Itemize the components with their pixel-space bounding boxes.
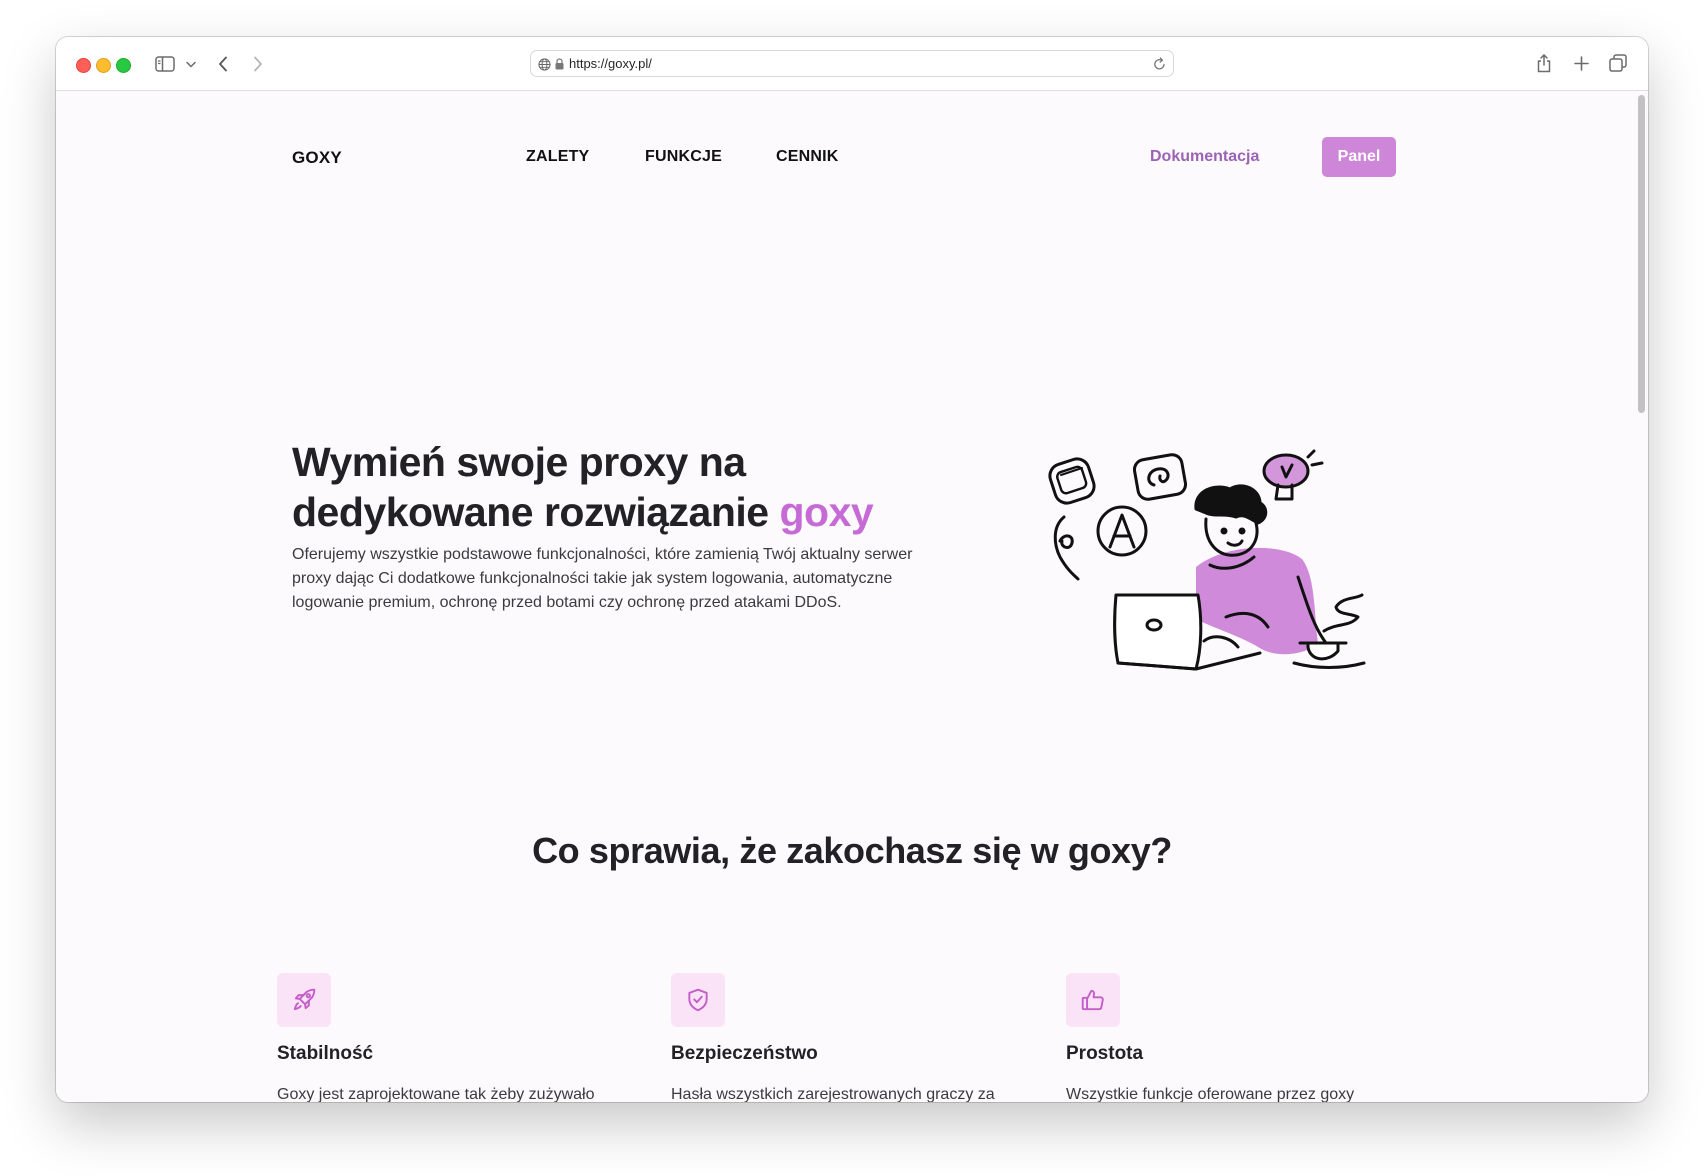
site-logo[interactable]: GOXY [292,148,342,168]
globe-icon [537,57,551,71]
back-icon[interactable] [213,54,233,74]
nav-link-cennik[interactable]: CENNIK [776,148,839,166]
desktop: https://goxy.pl/ GOXY ZALETY FUNKCJE CEN… [0,0,1704,1176]
browser-toolbar: https://goxy.pl/ [56,37,1648,91]
tabs-overview-icon[interactable] [1608,53,1628,73]
browser-window-doodle-icon [1048,457,1096,505]
hero-illustration [1046,447,1386,697]
hero-title-text: Wymień swoje proxy na dedykowane rozwiąz… [292,439,780,535]
panel-button[interactable]: Panel [1322,137,1396,177]
feature-title: Prostota [1066,1043,1144,1064]
thumbs-up-icon [1066,973,1120,1027]
feature-text: Hasła wszystkich zarejestrowanych graczy… [671,1086,995,1102]
share-icon[interactable] [1534,51,1554,75]
hero-title-accent: goxy [779,489,874,535]
hero-subtitle: Oferujemy wszystkie podstawowe funkcjona… [292,546,913,611]
reload-icon[interactable] [1151,56,1167,72]
scrollbar-thumb[interactable] [1638,95,1645,413]
feature-text: Wszystkie funkcje oferowane przez goxy [1066,1086,1355,1102]
new-tab-icon[interactable] [1572,54,1590,72]
rocket-icon [277,973,331,1027]
hero-title: Wymień swoje proxy na dedykowane rozwiąz… [292,437,932,537]
lightbulb-doodle-icon [1262,449,1324,501]
shield-icon [671,973,725,1027]
forward-icon[interactable] [248,54,268,74]
feature-text: Goxy jest zaprojektowane tak żeby zużywa… [277,1086,595,1102]
lock-icon [554,57,565,71]
sidebar-icon[interactable] [154,54,176,74]
feature-title: Bezpieczeństwo [671,1043,818,1064]
url-text[interactable]: https://goxy.pl/ [569,56,652,71]
chevron-down-icon[interactable] [184,57,198,71]
close-window-button[interactable] [76,58,91,73]
browser-window: https://goxy.pl/ GOXY ZALETY FUNKCJE CEN… [56,37,1648,1102]
nav-link-zalety[interactable]: ZALETY [526,148,589,166]
features-section-title: Co sprawia, że zakochasz się w goxy? [532,830,1172,871]
feature-title: Stabilność [277,1043,374,1064]
email-doodle-icon [1132,453,1188,501]
docs-link[interactable]: Dokumentacja [1150,148,1259,166]
address-bar[interactable]: https://goxy.pl/ [530,50,1174,77]
zoom-window-button[interactable] [116,58,131,73]
nav-link-funkcje[interactable]: FUNKCJE [645,148,722,166]
letter-a-doodle-icon [1096,505,1148,557]
minimize-window-button[interactable] [96,58,111,73]
